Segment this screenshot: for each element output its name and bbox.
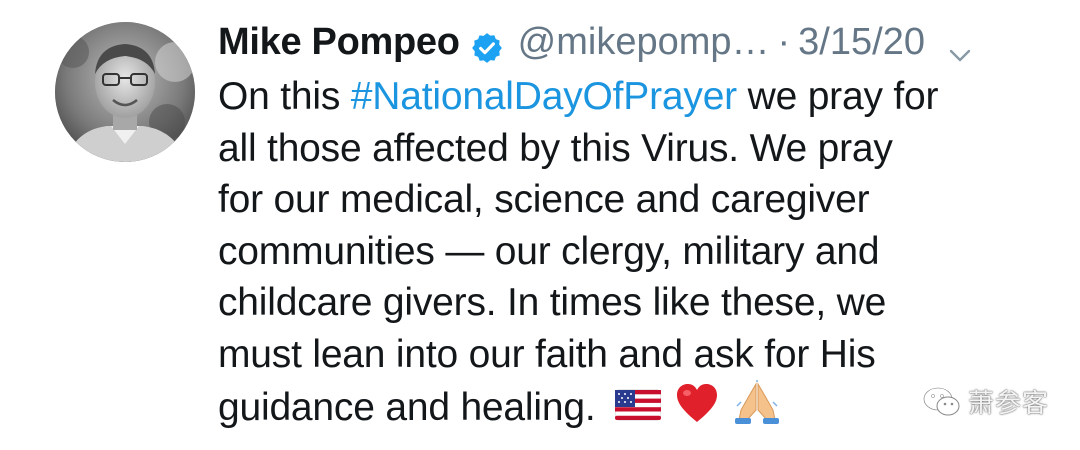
- folded-hands-emoji: [733, 380, 781, 440]
- chevron-down-icon[interactable]: [947, 29, 973, 62]
- tweet-text-segment: guidance and healing.: [218, 386, 596, 430]
- tweet-text-segment: On this: [218, 75, 351, 118]
- wechat-icon: [922, 385, 962, 419]
- tweet-text-line: all those affected by this Virus. We pra…: [218, 126, 893, 170]
- red-heart-emoji: [675, 382, 719, 438]
- tweet-text-segment: we pray for: [736, 75, 939, 118]
- author-handle[interactable]: @mikepomp…: [518, 14, 770, 70]
- tweet-text: On this #NationalDayOfPrayer we pray for…: [218, 71, 1038, 440]
- header-separator: ·: [777, 21, 791, 63]
- tweet-text-line: for our medical, science and caregiver: [218, 178, 870, 221]
- avatar-photo: [55, 22, 195, 162]
- avatar[interactable]: [55, 22, 195, 162]
- tweet-text-line: communities — our clergy, military and: [218, 229, 880, 273]
- tweet-header: Mike Pompeo @mikepomp… · 3/15/20: [218, 14, 973, 70]
- tweet-text-last-line: guidance and healing.: [218, 380, 1038, 440]
- tweet-text-line: On this #NationalDayOfPrayer we pray for: [218, 71, 1038, 123]
- watermark: 萧参客: [922, 383, 1049, 420]
- us-flag-emoji: [614, 384, 662, 436]
- tweet-card: Mike Pompeo @mikepomp… · 3/15/20 On this…: [0, 0, 1080, 450]
- tweet-text-line: must lean into our faith and ask for His: [218, 332, 876, 376]
- tweet-text-line: childcare givers. In times like these, w…: [218, 281, 887, 324]
- author-name[interactable]: Mike Pompeo: [218, 14, 460, 70]
- tweet-date[interactable]: 3/15/20: [798, 14, 925, 70]
- hashtag-link[interactable]: #NationalDayOfPrayer: [351, 75, 737, 118]
- watermark-label: 萧参客: [968, 389, 1050, 419]
- verified-badge-icon: [470, 25, 504, 63]
